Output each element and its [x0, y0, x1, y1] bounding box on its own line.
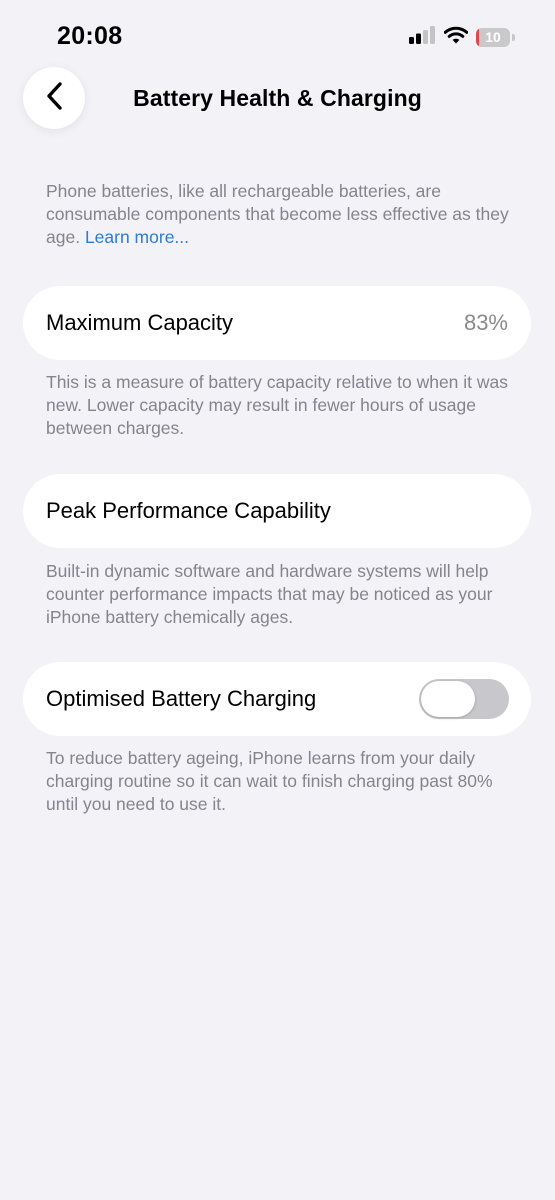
status-icons: 10 — [409, 25, 515, 49]
intro-text: Phone batteries, like all rechargeable b… — [46, 180, 516, 249]
status-time: 20:08 — [57, 22, 123, 50]
peak-performance-row: Peak Performance Capability — [23, 474, 531, 548]
optimised-charging-row: Optimised Battery Charging — [23, 662, 531, 736]
optimised-charging-label: Optimised Battery Charging — [46, 686, 317, 711]
page-title: Battery Health & Charging — [133, 85, 422, 111]
wifi-icon — [443, 26, 469, 49]
learn-more-link[interactable]: Learn more... — [85, 227, 189, 247]
cellular-signal-icon — [409, 25, 436, 49]
maximum-capacity-label: Maximum Capacity — [46, 310, 234, 335]
status-bar: 20:08 10 — [0, 0, 555, 60]
peak-performance-footnote: Built-in dynamic software and hardware s… — [46, 561, 493, 627]
peak-performance-label: Peak Performance Capability — [46, 498, 331, 523]
maximum-capacity-value: 83% — [463, 310, 508, 335]
battery-icon: 10 — [476, 27, 510, 47]
optimised-charging-footnote: To reduce battery ageing, iPhone learns … — [46, 748, 493, 814]
maximum-capacity-row: Maximum Capacity 83% — [23, 286, 531, 360]
toggle-knob — [421, 681, 475, 717]
optimised-charging-toggle[interactable] — [419, 679, 509, 719]
maximum-capacity-footnote: This is a measure of battery capacity re… — [46, 372, 509, 438]
battery-level-text: 10 — [485, 28, 501, 45]
battery-tip — [512, 33, 515, 41]
